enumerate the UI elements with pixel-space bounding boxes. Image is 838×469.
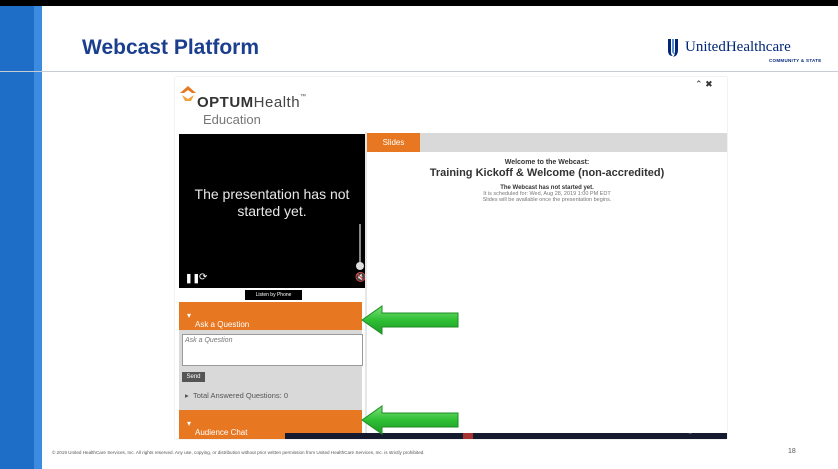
tab-slides[interactable]: Slides: [367, 133, 420, 152]
question-input[interactable]: [182, 334, 363, 366]
optum-brand: OPTUMHealth™: [197, 94, 307, 111]
taskbar-red-item: [463, 433, 473, 439]
slides-note: Slides will be available once the presen…: [482, 197, 612, 203]
player-message: The presentation has not started yet.: [194, 186, 350, 219]
taskbar-strip: »: [285, 430, 727, 439]
slide: Webcast Platform UnitedHealthcare COMMUN…: [0, 0, 838, 469]
webcast-title: Training Kickoff & Welcome (non-accredit…: [429, 167, 665, 179]
page-number: 18: [788, 448, 796, 455]
optum-logo-icon: [180, 86, 196, 101]
welcome-panel: Welcome to the Webcast: Training Kickoff…: [367, 159, 727, 203]
ask-question-header[interactable]: ▾ Ask a Question: [179, 302, 362, 330]
audience-chat-label: ▾ Audience Chat: [187, 419, 248, 437]
minimize-icon[interactable]: ⌃: [695, 79, 703, 89]
webcast-screenshot: ⌃ ✖ OPTUMHealth™ Education The presentat…: [175, 77, 727, 439]
unitedhealthcare-logo: UnitedHealthcare COMMUNITY & STATE: [665, 38, 825, 66]
volume-slider[interactable]: [359, 224, 361, 264]
top-border: [0, 0, 838, 6]
video-player[interactable]: The presentation has not started yet. ❚❚…: [179, 134, 366, 288]
optum-education-label: Education: [203, 112, 261, 127]
tab-bar: Slides: [367, 133, 727, 152]
listen-by-phone-button[interactable]: Listen by Phone: [245, 290, 302, 300]
volume-knob[interactable]: [356, 262, 364, 270]
shield-icon: [668, 39, 678, 57]
answered-questions-toggle[interactable]: ▸ Total Answered Questions: 0: [185, 391, 288, 400]
left-accent-bar: [0, 6, 42, 469]
logo-subtitle: COMMUNITY & STATE: [769, 58, 822, 63]
window-controls: ⌃ ✖: [695, 79, 713, 90]
pause-icon[interactable]: ❚❚: [185, 273, 200, 284]
slide-title: Webcast Platform: [82, 36, 259, 59]
qa-panel: ▾ Ask a Question Send ▸ Total Answered Q…: [179, 302, 363, 439]
footer-copyright: © 2019 United HealthCare Services, Inc. …: [52, 450, 425, 455]
ask-question-label: ▾ Ask a Question: [187, 311, 250, 329]
pin-icon[interactable]: ✖: [705, 79, 713, 89]
welcome-line: Welcome to the Webcast:: [504, 159, 590, 166]
refresh-icon[interactable]: ⟳: [199, 272, 207, 283]
header-rule: [0, 71, 838, 72]
logo-wordmark: UnitedHealthcare: [685, 39, 791, 55]
chevron-right-icon[interactable]: »: [689, 430, 692, 436]
green-arrow-icon: [361, 405, 459, 435]
send-button[interactable]: Send: [182, 372, 205, 382]
green-arrow-icon: [361, 305, 459, 335]
